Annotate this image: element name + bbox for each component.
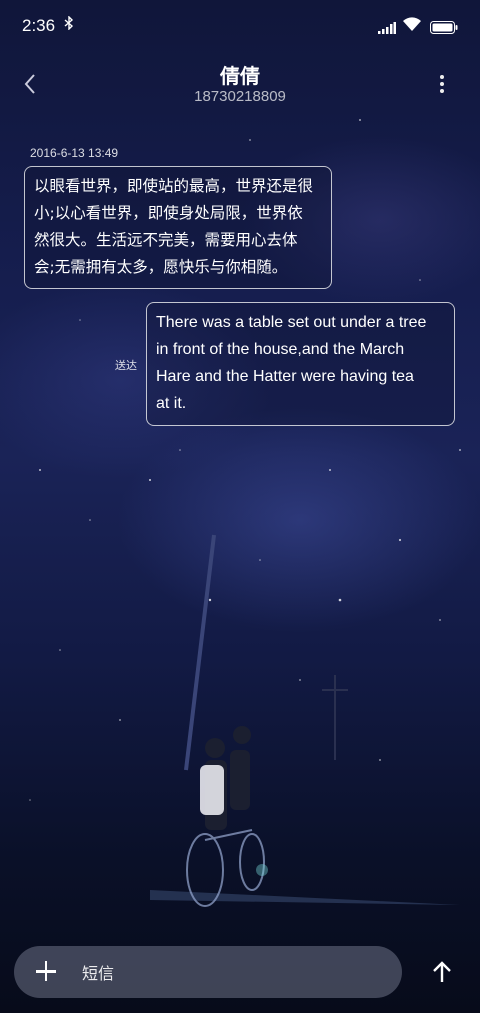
delivery-status: 送达: [115, 359, 137, 372]
contact-name: 倩倩: [220, 64, 260, 88]
signal-icon: [378, 19, 396, 38]
status-bar: 2:36: [0, 0, 480, 52]
outgoing-message-bubble[interactable]: There was a table set out under a tree i…: [146, 302, 455, 426]
message-timestamp: 2016-6-13 13:49: [30, 146, 119, 160]
clock-time: 2:36: [22, 16, 56, 35]
send-arrow-icon: [433, 961, 451, 982]
battery-icon: [430, 19, 458, 38]
conversation-header: 倩倩 18730218809: [0, 52, 480, 112]
more-options-button[interactable]: [432, 72, 452, 96]
add-attachment-button[interactable]: [34, 959, 58, 983]
send-button[interactable]: [428, 958, 456, 986]
wifi-icon: [402, 17, 422, 36]
bluetooth-icon: [64, 15, 74, 34]
contact-number: 18730218809: [194, 88, 286, 105]
message-input[interactable]: [80, 960, 384, 986]
incoming-message-bubble[interactable]: 以眼看世界，即使站的最高，世界还是很 小;以心看世界，即使身处局限，世界依 然很…: [24, 166, 332, 289]
composer-bar: [14, 946, 402, 998]
more-vertical-icon: [432, 75, 452, 93]
